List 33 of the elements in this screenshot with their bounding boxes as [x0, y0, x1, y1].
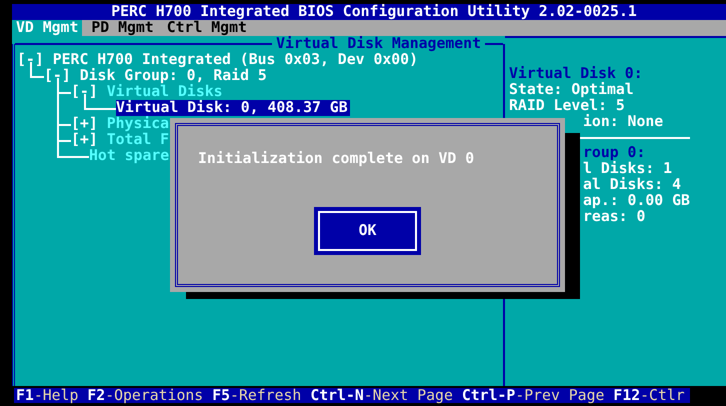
detail-text: RAID Level: 5: [509, 97, 625, 114]
expand-toggle[interactable]: [-]: [17, 52, 44, 68]
detail-text: ap.: 0.00 GB: [583, 192, 690, 209]
detail-text: ion: None: [583, 113, 664, 130]
tree-item[interactable]: Physica: [98, 116, 170, 132]
tree-item[interactable]: Virtual Disk: 0, 408.37 GB: [116, 100, 350, 116]
detail-text: l Disks: 1: [583, 160, 672, 177]
shortcut-hint: F1-Help: [16, 388, 78, 403]
dialog-message: Initialization complete on VD 0: [198, 151, 474, 167]
expand-toggle[interactable]: [+]: [71, 132, 98, 148]
tab[interactable]: Ctrl Mgmt: [162, 20, 251, 36]
expand-toggle[interactable]: [-]: [44, 68, 71, 84]
shortcut-hint: Ctrl-P-Prev Page: [462, 388, 604, 403]
tree-item[interactable]: Virtual Disks: [98, 84, 223, 100]
detail-text: Virtual Disk 0:: [509, 65, 643, 82]
tree-item[interactable]: Hot spare: [80, 148, 170, 164]
tab[interactable]: PD Mgmt: [87, 20, 158, 36]
expand-toggle[interactable]: [-]: [71, 84, 98, 100]
shortcut-hint: F5-Refresh: [212, 388, 302, 403]
tree-item[interactable]: PERC H700 Integrated (Bus 0x03, Dev 0x00): [44, 52, 418, 68]
tab[interactable]: VD Mgmt: [12, 20, 82, 36]
shortcut-hint: Ctrl-N-Next Page: [310, 388, 453, 403]
window-title: PERC H700 Integrated BIOS Configuration Utility 2.02-0025.1: [111, 4, 637, 20]
detail-text: roup 0:: [583, 144, 646, 161]
shortcut-hint: F2-Operations: [87, 388, 204, 403]
tree-item[interactable]: Disk Group: 0, Raid 5: [70, 68, 267, 84]
expand-toggle[interactable]: [+]: [71, 116, 98, 132]
shortcut-hint: F12-Ctlr: [613, 388, 685, 403]
tree-item[interactable]: Total F: [98, 132, 170, 148]
detail-text: State: Optimal: [509, 81, 634, 98]
detail-text: reas: 0: [583, 208, 646, 225]
ok-button[interactable]: OK: [314, 207, 421, 255]
detail-text: al Disks: 4: [583, 176, 681, 193]
